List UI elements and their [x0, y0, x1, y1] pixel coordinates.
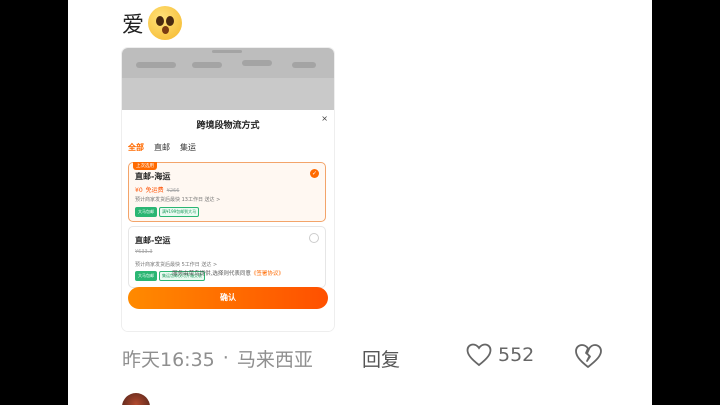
shocked-face-emoji-icon — [148, 6, 183, 40]
badge: 大马包邮 — [135, 207, 157, 217]
like-button[interactable]: 552 — [466, 343, 534, 367]
attached-screenshot[interactable]: 跨境段物流方式 × 全部 直邮 集运 上次选用 直邮-海运 ✓ ¥0 免运费 ¥… — [122, 48, 334, 331]
sheet-title: 跨境段物流方式 — [196, 121, 260, 131]
delivery-eta: 预计商家发货后最快 13工作日 送达 > — [135, 197, 221, 203]
heart-icon — [466, 343, 492, 367]
option-price: ¥633.3 — [135, 249, 153, 255]
broken-heart-icon — [575, 344, 602, 368]
close-icon[interactable]: × — [321, 114, 328, 123]
comment-text: 爱 — [122, 6, 183, 40]
comment-card: 爱 跨境段物流方式 × 全部 直邮 集运 上次选用 直邮-海运 ✓ ¥0 免运费… — [68, 0, 652, 405]
comment-text-label: 爱 — [122, 13, 145, 38]
separator: · — [222, 347, 229, 369]
option-price: ¥0 免运费 ¥266 — [135, 185, 179, 194]
comment-meta: 昨天16:35 · 马来西亚 回复 552 — [122, 343, 602, 373]
dislike-button[interactable] — [574, 343, 602, 374]
option-name: 直邮-海运 — [135, 172, 171, 181]
avatar[interactable] — [122, 393, 150, 405]
timestamp: 昨天16:35 — [122, 348, 215, 371]
shipping-option-sea[interactable]: 上次选用 直邮-海运 ✓ ¥0 免运费 ¥266 预计商家发货后最快 13工作日… — [128, 162, 326, 222]
price-value: ¥0 — [135, 187, 143, 194]
reply-button[interactable]: 回复 — [362, 345, 400, 372]
shipping-tabs: 全部 直邮 集运 — [128, 142, 196, 153]
price-note: 免运费 — [145, 187, 164, 194]
terms-link[interactable]: 《签署协议》 — [251, 271, 284, 277]
terms-note: 服务由菜鸟提供,选择则代表同意《签署协议》 — [122, 269, 334, 277]
tab-direct[interactable]: 直邮 — [154, 142, 170, 153]
delivery-eta: 预计商家发货后最快 5工作日 送达 > — [135, 262, 218, 268]
location: 马来西亚 — [236, 348, 313, 371]
old-price: ¥633.3 — [135, 249, 153, 255]
option-name: 直邮-空运 — [135, 236, 171, 245]
like-count: 552 — [498, 344, 535, 366]
badge: 满¥199包邮到大马 — [159, 207, 200, 217]
tab-all[interactable]: 全部 — [128, 142, 144, 153]
blurred-section — [122, 78, 334, 110]
radio-icon — [309, 233, 319, 243]
tab-consolidated[interactable]: 集运 — [180, 142, 196, 153]
terms-text: 服务由菜鸟提供,选择则代表同意 — [172, 271, 251, 277]
option-badges: 大马包邮 满¥199包邮到大马 — [135, 207, 200, 217]
confirm-button[interactable]: 确认 — [128, 287, 328, 309]
shipping-option-air[interactable]: 直邮-空运 ¥633.3 预计商家发货后最快 5工作日 送达 > 大马包邮 集运… — [128, 226, 326, 288]
last-used-badge: 上次选用 — [133, 162, 157, 170]
check-icon: ✓ — [310, 169, 319, 178]
old-price: ¥266 — [166, 188, 180, 194]
